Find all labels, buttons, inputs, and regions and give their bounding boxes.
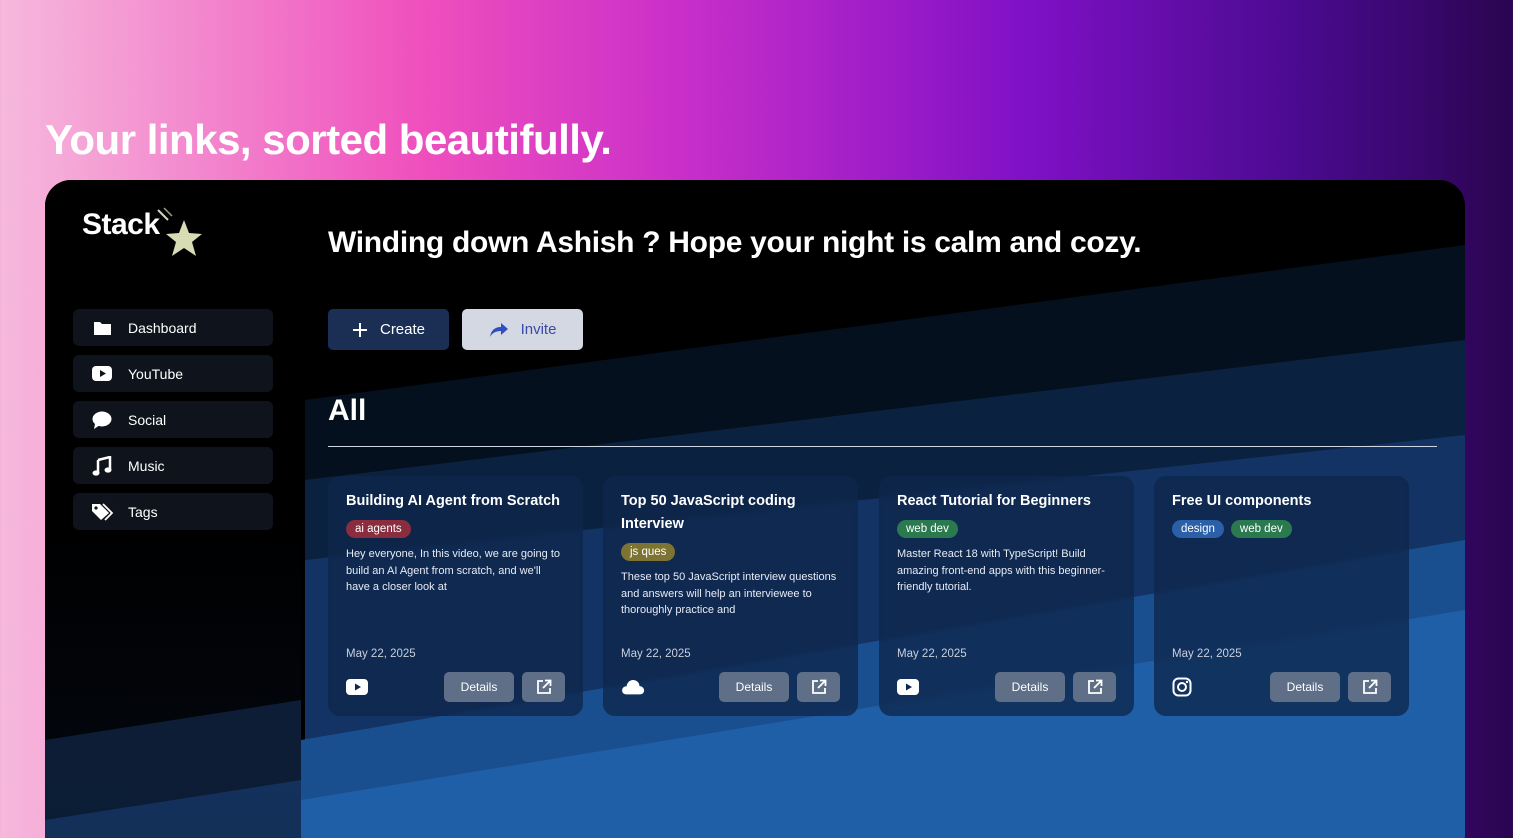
section-divider [328,446,1437,447]
invite-button-label: Invite [520,321,557,338]
open-link-button[interactable] [1348,672,1391,702]
music-note-icon [91,455,113,477]
card-tags: design web dev [1172,520,1391,538]
logo-text: Stack [82,208,160,241]
card-date: May 22, 2025 [621,648,691,660]
card-title: Building AI Agent from Scratch [346,493,561,509]
details-button[interactable]: Details [719,672,789,702]
card-tags: ai agents [346,520,565,538]
greeting-heading: Winding down Ashish ? Hope your night is… [328,226,1142,259]
card-title: React Tutorial for Beginners [897,493,1091,509]
youtube-icon [897,675,921,699]
link-card: Free UI components design web dev May 22… [1154,476,1409,716]
sidebar-item-music[interactable]: Music [73,447,273,484]
card-description: These top 50 JavaScript interview questi… [621,571,837,616]
page-tagline: Your links, sorted beautifully. [45,116,612,163]
folder-icon [91,317,113,339]
sidebar-item-label: YouTube [128,365,184,382]
sidebar-item-label: Dashboard [128,319,197,336]
link-card: React Tutorial for Beginners web dev Mas… [879,476,1134,716]
card-tags: web dev [897,520,1116,538]
logo[interactable]: Stack [82,206,212,266]
tag-badge[interactable]: ai agents [346,520,411,538]
details-button[interactable]: Details [995,672,1065,702]
link-card: Building AI Agent from Scratch ai agents… [328,476,583,716]
external-link-icon [536,679,551,694]
sidebar-item-label: Tags [128,503,158,520]
sidebar-nav: Dashboard YouTube Social Music Tags [73,309,273,539]
card-footer: Details [1172,672,1391,702]
sidebar-item-social[interactable]: Social [73,401,273,438]
tags-icon [91,501,113,523]
tag-badge[interactable]: js ques [621,543,676,561]
instagram-icon [1172,675,1196,699]
card-description: Master React 18 with TypeScript! Build a… [897,548,1105,593]
sidebar-item-label: Social [128,411,167,428]
plus-icon [352,322,367,337]
card-date: May 22, 2025 [897,648,967,660]
open-link-button[interactable] [797,672,840,702]
tag-badge[interactable]: web dev [1230,520,1292,538]
open-link-button[interactable] [1073,672,1116,702]
app-window: Stack Dashboard YouTube Social Music Tag… [45,180,1465,838]
card-footer: Details [621,672,840,702]
external-link-icon [1362,679,1377,694]
tag-badge[interactable]: web dev [897,520,958,538]
details-button[interactable]: Details [444,672,514,702]
youtube-icon [91,363,113,385]
sidebar-item-tags[interactable]: Tags [73,493,273,530]
youtube-icon [346,675,370,699]
card-description: Hey everyone, In this video, we are goin… [346,548,561,593]
external-link-icon [1087,679,1102,694]
chat-bubble-icon [91,409,113,431]
create-button[interactable]: Create [328,309,449,350]
cloud-icon [621,675,645,699]
details-button[interactable]: Details [1270,672,1340,702]
card-tags: js ques [621,543,840,561]
card-footer: Details [346,672,565,702]
section-title: All [328,394,367,427]
card-date: May 22, 2025 [346,648,416,660]
sidebar-item-label: Music [128,457,165,474]
star-icon [157,207,202,256]
card-footer: Details [897,672,1116,702]
create-button-label: Create [379,321,426,338]
card-title: Top 50 JavaScript coding Interview [621,493,796,532]
invite-button[interactable]: Invite [462,309,583,350]
share-arrow-icon [489,322,508,337]
sidebar-item-dashboard[interactable]: Dashboard [73,309,273,346]
card-title: Free UI components [1172,493,1312,509]
external-link-icon [811,679,826,694]
card-description [1172,546,1391,596]
card-date: May 22, 2025 [1172,648,1242,660]
sidebar-item-youtube[interactable]: YouTube [73,355,273,392]
open-link-button[interactable] [522,672,565,702]
link-card: Top 50 JavaScript coding Interview js qu… [603,476,858,716]
tag-badge[interactable]: design [1172,520,1224,538]
